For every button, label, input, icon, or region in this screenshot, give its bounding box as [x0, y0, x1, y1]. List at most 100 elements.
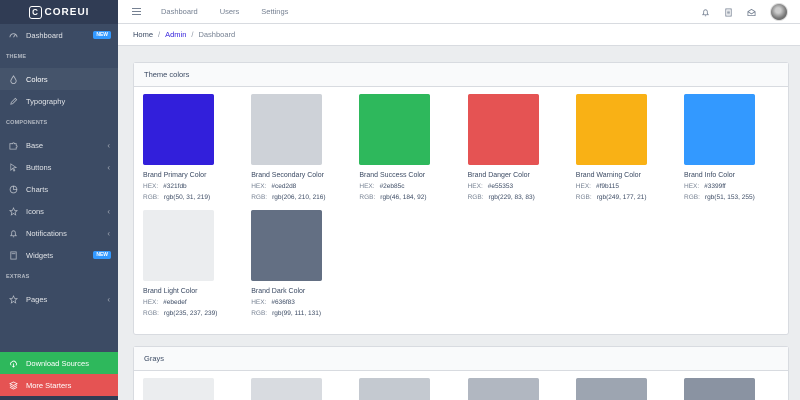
color-rgb-row: RGB: rgb(249, 177, 21) — [576, 194, 676, 201]
bell-icon[interactable] — [701, 8, 710, 17]
color-swatch-block: Brand Danger Color HEX: #e55353 RGB: rgb(229… — [467, 94, 568, 201]
color-rgb-row: RGB: rgb(51, 153, 255) — [684, 194, 784, 201]
breadcrumb-separator: / — [191, 30, 194, 39]
color-swatch — [251, 210, 323, 281]
color-rgb-value: rgb(99, 111, 131) — [272, 310, 321, 317]
color-hex-value: #e55353 — [487, 183, 514, 190]
header-nav: Dashboard Users Settings — [161, 7, 288, 16]
color-hex-row: HEX: #636f83 — [251, 299, 351, 306]
drop-icon — [8, 74, 18, 84]
sidebar-item-dashboard[interactable]: Dashboard NEW — [0, 24, 118, 46]
color-rgb-row: RGB: rgb(235, 237, 239) — [143, 310, 243, 317]
color-rgb-value: rgb(51, 153, 255) — [704, 194, 755, 201]
header-link-users[interactable]: Users — [220, 7, 240, 16]
color-rgb-row: RGB: rgb(206, 210, 216) — [251, 194, 351, 201]
chevron-left-icon: ‹ — [107, 140, 110, 150]
breadcrumb: Home / Admin / Dashboard — [118, 24, 800, 46]
gray-swatch — [143, 378, 214, 400]
brand-name: COREUI — [44, 6, 90, 18]
color-rgb-row: RGB: rgb(229, 83, 83) — [468, 194, 568, 201]
calculator-icon — [8, 250, 18, 260]
pencil-icon — [8, 96, 18, 106]
breadcrumb-separator: / — [158, 30, 161, 39]
list-icon[interactable] — [724, 7, 733, 17]
color-rgb-label: RGB: — [251, 194, 268, 201]
color-hex-label: HEX: — [143, 183, 159, 190]
gray-swatch — [684, 378, 755, 400]
color-hex-value: #f9b115 — [595, 183, 619, 190]
sidebar-item-label: Typography — [26, 96, 66, 106]
color-hex-row: HEX: #ced2d8 — [251, 183, 351, 190]
color-rgb-value: rgb(229, 83, 83) — [488, 194, 535, 201]
sidebar-item-label: Notifications — [26, 228, 67, 238]
color-name: Brand Danger Color — [467, 172, 530, 179]
color-name: Brand Primary Color — [143, 172, 207, 179]
speedometer-icon — [8, 30, 18, 40]
gray-swatch — [575, 378, 647, 400]
card-title: Grays — [134, 347, 788, 371]
header: Dashboard Users Settings — [118, 0, 800, 24]
color-hex-row: HEX: #2eb85c — [359, 183, 459, 190]
sidebar-minimizer[interactable] — [0, 396, 118, 400]
color-hex-value: #636f83 — [271, 299, 295, 306]
color-hex-label: HEX: — [359, 183, 375, 190]
color-name: Brand Light Color — [143, 288, 198, 295]
color-rgb-label: RGB: — [143, 194, 159, 201]
brand-logo[interactable]: C COREUI — [0, 0, 118, 24]
sidebar-item-label: Dashboard — [26, 30, 63, 40]
sidebar-item-colors[interactable]: Colors — [0, 68, 118, 90]
sidebar-item-charts[interactable]: Charts — [0, 178, 118, 200]
color-rgb-value: rgb(50, 31, 219) — [163, 194, 211, 201]
color-swatch — [467, 94, 539, 165]
breadcrumb-home[interactable]: Home — [133, 30, 153, 39]
sidebar-item-icons[interactable]: Icons ‹ — [0, 200, 118, 222]
sidebar: C COREUI Dashboard NEW THEME Colors Typo… — [0, 0, 118, 400]
envelope-open-icon[interactable] — [747, 8, 756, 17]
header-actions — [701, 3, 788, 21]
color-rgb-label: RGB: — [684, 194, 700, 201]
sidebar-item-base[interactable]: Base ‹ — [0, 134, 118, 156]
chevron-left-icon: ‹ — [107, 162, 110, 172]
sidebar-item-pages[interactable]: Pages ‹ — [0, 288, 118, 310]
chevron-left-icon: ‹ — [107, 206, 110, 216]
hamburger-menu-icon[interactable] — [132, 8, 141, 15]
color-hex-label: HEX: — [684, 183, 700, 190]
avatar[interactable] — [770, 3, 788, 21]
layers-icon — [8, 380, 18, 390]
header-link-dashboard[interactable]: Dashboard — [161, 7, 198, 16]
chevron-left-icon: ‹ — [107, 228, 110, 238]
sidebar-item-label: Colors — [26, 74, 48, 84]
color-name: Brand Success Color — [359, 172, 426, 179]
star-icon — [8, 294, 18, 304]
color-rgb-label: RGB: — [575, 194, 592, 201]
grays-card: Grays — [133, 346, 789, 400]
header-link-settings[interactable]: Settings — [261, 7, 288, 16]
sidebar-item-notifications[interactable]: Notifications ‹ — [0, 222, 118, 244]
color-name: Brand Warning Color — [575, 172, 641, 179]
color-hex-label: HEX: — [251, 299, 267, 306]
color-swatch-block: Brand Success Color HEX: #2eb85c RGB: rgb(46… — [359, 94, 459, 201]
color-hex-row: HEX: #e55353 — [468, 183, 568, 190]
color-hex-value: #321fdb — [163, 183, 187, 190]
color-rgb-label: RGB: — [251, 310, 268, 317]
sidebar-item-widgets[interactable]: Widgets NEW — [0, 244, 118, 266]
sidebar-item-label: Widgets — [26, 250, 54, 260]
sidebar-item-label: Icons — [26, 206, 44, 216]
sidebar-item-label: Buttons — [26, 162, 52, 172]
new-badge: NEW — [93, 31, 111, 39]
more-starters-button[interactable]: More Starters — [0, 374, 118, 396]
download-sources-button[interactable]: Download Sources — [0, 352, 118, 374]
breadcrumb-admin[interactable]: Admin — [165, 30, 186, 39]
color-rgb-value: rgb(46, 184, 92) — [380, 194, 427, 201]
sidebar-item-buttons[interactable]: Buttons ‹ — [0, 156, 118, 178]
color-swatch — [143, 210, 214, 281]
color-swatch — [575, 94, 647, 165]
sidebar-item-typography[interactable]: Typography — [0, 90, 118, 112]
color-hex-label: HEX: — [251, 183, 267, 190]
sidebar-item-label: Pages — [26, 294, 48, 304]
gray-swatch — [359, 378, 431, 400]
bell-icon — [8, 228, 18, 238]
color-hex-row: HEX: #3399ff — [684, 183, 784, 190]
color-hex-row: HEX: #ebedef — [143, 299, 243, 306]
color-swatch-block: Brand Primary Color HEX: #321fdb RGB: rgb(50… — [143, 94, 243, 201]
